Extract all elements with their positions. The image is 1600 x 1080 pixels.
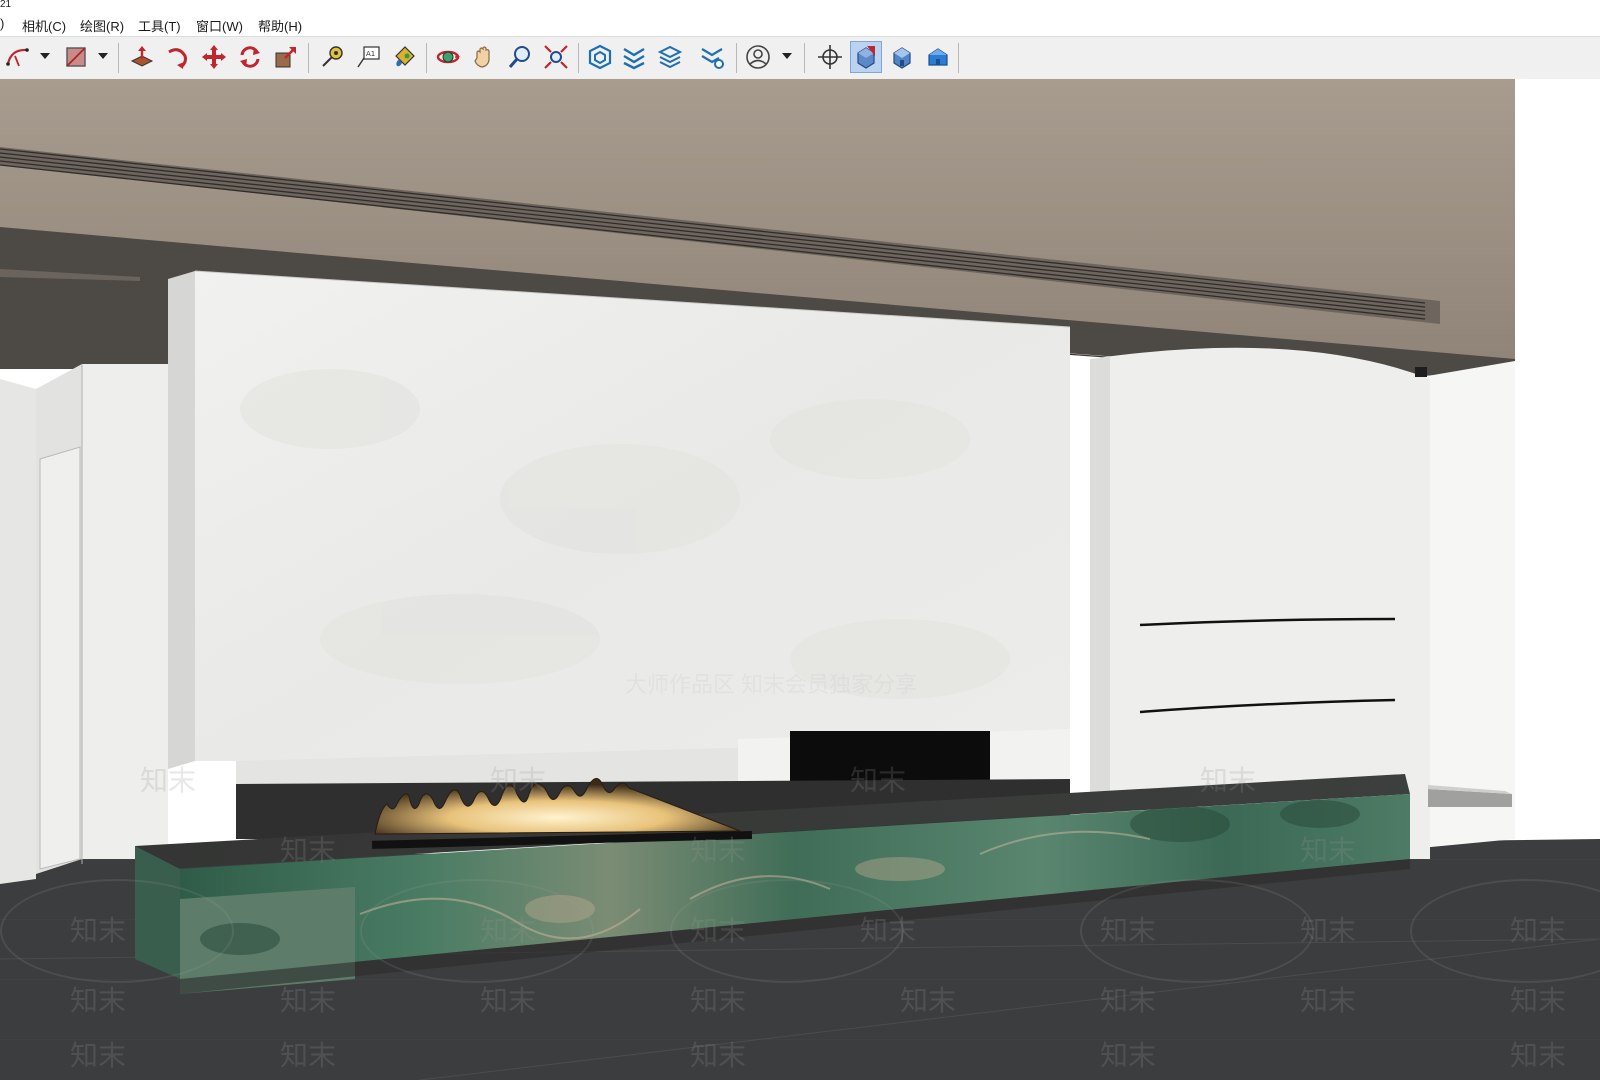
feature-wall-side [168,271,195,769]
shapes-tool-button[interactable] [60,41,92,73]
menu-bar: ) 相机(C) 绘图(R) 工具(T) 窗口(W) 帮助(H) [0,11,1600,36]
iso-house-icon [893,47,911,69]
text-tool-button[interactable]: A1 [352,41,384,73]
move-tool-button[interactable] [198,41,230,73]
account-dropdown-arrow[interactable] [782,53,792,59]
tape-measure-icon [322,46,343,67]
toolbar-separator [804,43,805,73]
front-house-icon [928,48,948,66]
arc-tool-button[interactable] [2,41,34,73]
menu-help[interactable]: 帮助(H) [258,16,302,35]
send-to-layout-button[interactable] [654,41,686,73]
paint-bucket-tool-button[interactable] [388,41,420,73]
front-view-button[interactable] [922,41,954,73]
extension-manager-icon [701,48,724,69]
pan-tool-button[interactable] [468,41,500,73]
orbit-tool-button[interactable] [432,41,464,73]
main-toolbar: A1 [0,36,1600,80]
scene-render [0,79,1600,1080]
svg-text:A1: A1 [366,50,375,58]
follow-me-icon [168,48,187,69]
section-plane-icon [857,46,875,69]
sketchup-window: 21 ) 相机(C) 绘图(R) 工具(T) 窗口(W) 帮助(H) A1 知末… [0,0,1600,1080]
zoom-extents-icon [544,45,568,69]
zoom-icon [508,46,530,68]
menu-draw[interactable]: 绘图(R) [80,16,124,35]
tape-measure-tool-button[interactable] [316,41,348,73]
user-account-icon [746,45,770,69]
push-pull-icon [130,46,154,67]
paint-bucket-icon [395,46,415,67]
menu-window[interactable]: 窗口(W) [196,16,243,35]
position-camera-icon [818,45,842,69]
text-icon: A1 [357,46,380,68]
extension-warehouse-icon [623,47,645,70]
iso-view-button[interactable] [886,41,918,73]
shapes-dropdown-arrow[interactable] [98,53,108,59]
move-icon [202,45,226,69]
toolbar-separator [578,43,579,73]
scale-tool-button[interactable] [270,41,302,73]
menu-camera[interactable]: 相机(C) [22,16,66,35]
toolbar-separator [958,43,959,73]
orbit-icon [436,50,460,64]
extension-manager-button[interactable] [696,41,728,73]
arc-icon [6,48,29,67]
zoom-tool-button[interactable] [504,41,536,73]
scale-icon [275,47,296,68]
layout-icon [657,45,683,69]
toolbar-separator [736,43,737,73]
section-view-button[interactable] [850,41,882,73]
account-button[interactable] [742,41,774,73]
extension-warehouse-button[interactable] [618,41,650,73]
title-bar: 21 [0,0,1600,11]
toolbar-separator [308,43,309,73]
rotate-icon [240,46,260,68]
arc-dropdown-arrow[interactable] [40,53,50,59]
push-pull-tool-button[interactable] [126,41,158,73]
zoom-extents-tool-button[interactable] [540,41,572,73]
toolbar-separator [426,43,427,73]
follow-me-tool-button[interactable] [162,41,194,73]
menu-tools[interactable]: 工具(T) [138,16,181,35]
position-camera-button[interactable] [814,41,846,73]
rectangle-shape-icon [66,47,86,67]
toolbar-separator [118,43,119,73]
3d-warehouse-button[interactable] [584,41,616,73]
window-title-fragment: 21 [0,0,12,10]
rotate-tool-button[interactable] [234,41,266,73]
3d-warehouse-icon [588,44,612,70]
model-viewport[interactable]: 知末 知末 知末 知末 知末 知末 知末 知末 知末 知末 知末 知末 知末 知… [0,79,1600,1080]
hand-pan-icon [474,46,490,68]
menu-view[interactable]: ) [0,16,4,31]
